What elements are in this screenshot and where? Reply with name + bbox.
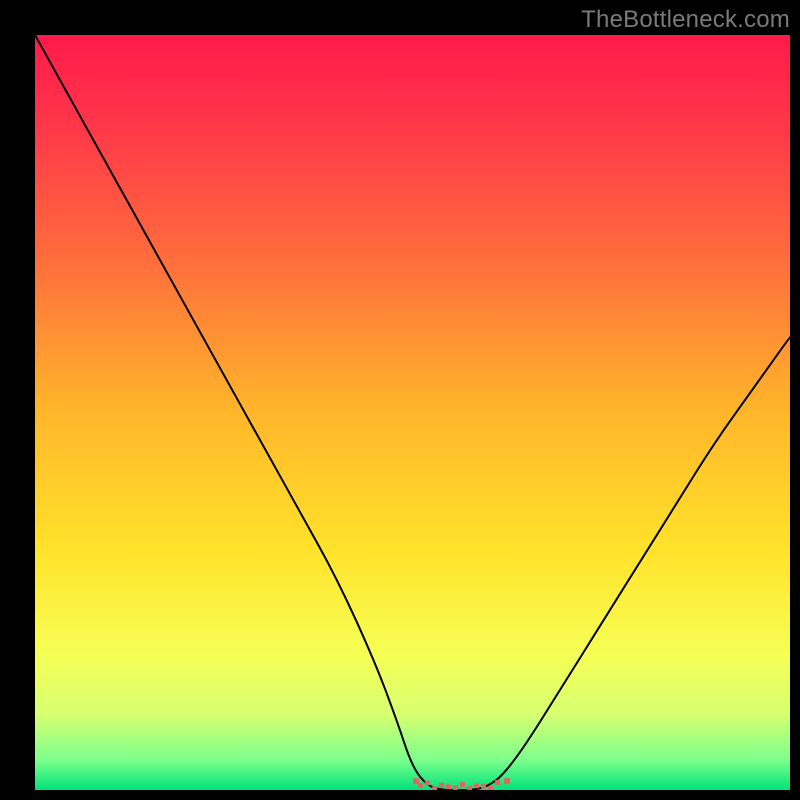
outer-frame: TheBottleneck.com: [0, 0, 800, 800]
bottleneck-curve: [35, 35, 790, 790]
plot-area: [35, 35, 790, 790]
watermark-text: TheBottleneck.com: [581, 6, 790, 34]
chart-svg: [35, 35, 790, 790]
